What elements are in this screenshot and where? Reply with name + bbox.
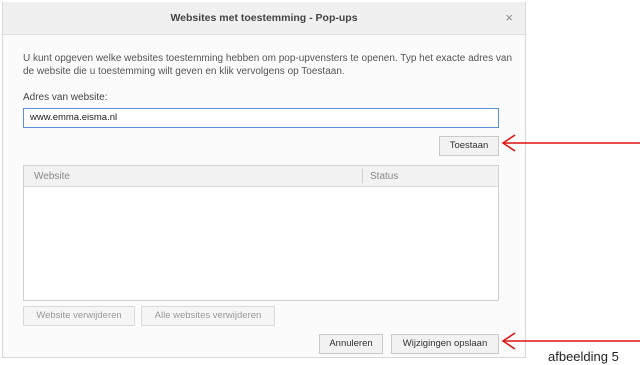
- save-changes-button[interactable]: Wijzigingen opslaan: [391, 334, 499, 354]
- column-divider: [362, 169, 363, 183]
- close-icon[interactable]: ×: [505, 10, 513, 25]
- title-bar: Websites met toestemming - Pop-ups ×: [3, 2, 525, 35]
- column-header-website[interactable]: Website: [34, 171, 70, 182]
- websites-table: Website Status: [23, 165, 499, 301]
- table-body[interactable]: [24, 186, 498, 300]
- address-label: Adres van website:: [23, 92, 108, 103]
- popup-exceptions-dialog: Websites met toestemming - Pop-ups × U k…: [2, 2, 526, 358]
- figure-caption: afbeelding 5: [548, 349, 619, 364]
- cancel-button[interactable]: Annuleren: [319, 334, 383, 354]
- remove-website-button[interactable]: Website verwijderen: [23, 306, 135, 326]
- table-header: Website Status: [24, 166, 498, 187]
- dialog-title: Websites met toestemming - Pop-ups: [170, 12, 358, 24]
- column-header-status[interactable]: Status: [370, 171, 398, 182]
- website-address-input[interactable]: www.emma.eisma.nl: [23, 108, 499, 128]
- remove-all-websites-button[interactable]: Alle websites verwijderen: [141, 306, 275, 326]
- allow-button[interactable]: Toestaan: [439, 136, 499, 156]
- dialog-description: U kunt opgeven welke websites toestemmin…: [23, 53, 513, 77]
